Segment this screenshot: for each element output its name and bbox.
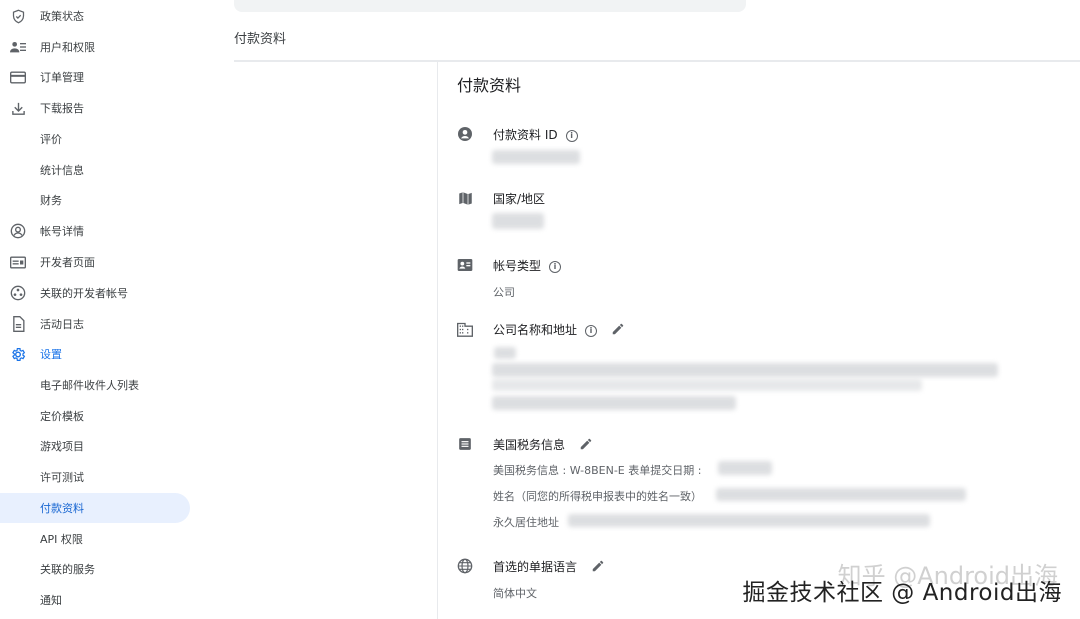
gear-icon — [10, 346, 26, 362]
sidebar-item-policy-status[interactable]: 政策状态 — [0, 1, 190, 31]
account-circle-icon — [10, 223, 26, 239]
field-label: 付款资料 ID — [493, 128, 558, 142]
download-icon — [10, 100, 26, 116]
sidebar-item-developer-page[interactable]: 开发者页面 — [0, 247, 190, 277]
redacted-value — [568, 514, 930, 527]
list-icon — [457, 436, 473, 452]
field-label: 国家/地区 — [493, 192, 546, 206]
sidebar-item-game-projects[interactable]: 游戏项目 — [0, 431, 190, 461]
sidebar-item-label: 财务 — [40, 194, 62, 207]
pencil-icon[interactable] — [611, 322, 625, 339]
users-icon — [10, 39, 26, 55]
sidebar-item-license-testing[interactable]: 许可测试 — [0, 462, 190, 492]
credit-card-icon — [10, 69, 26, 85]
redacted-value — [492, 213, 544, 229]
sidebar-item-label: 开发者页面 — [40, 256, 95, 269]
field-label: 帐号类型 — [493, 259, 542, 273]
content-divider — [437, 62, 438, 619]
breadcrumb: 付款资料 — [234, 32, 287, 47]
redacted-value — [492, 379, 922, 391]
building-icon — [457, 321, 473, 337]
sidebar-item-label: 统计信息 — [40, 164, 84, 177]
sidebar-item-api-access[interactable]: API 权限 — [0, 524, 190, 554]
account-circle-icon — [457, 126, 473, 142]
field-value: 公司 — [493, 286, 515, 299]
sidebar-item-statistics[interactable]: 统计信息 — [0, 155, 190, 185]
page-title: 付款资料 — [457, 76, 522, 95]
redacted-value — [492, 150, 580, 164]
sidebar-item-label: 电子邮件收件人列表 — [40, 379, 139, 392]
pencil-icon[interactable] — [591, 559, 605, 576]
sidebar-item-label: 设置 — [40, 348, 62, 361]
sidebar-item-download-reports[interactable]: 下载报告 — [0, 93, 190, 123]
redacted-value — [492, 396, 736, 410]
sidebar-item-finance[interactable]: 财务 — [0, 185, 190, 215]
redacted-value — [716, 488, 966, 501]
sidebar-item-label: 订单管理 — [40, 71, 84, 84]
web-page-icon — [10, 254, 26, 270]
watermark: 掘金技术社区 @ Android出海 — [742, 580, 1062, 606]
sidebar-item-settings[interactable]: 设置 — [0, 339, 190, 369]
tax-address-line: 永久居住地址 — [493, 516, 559, 529]
redacted-value — [492, 363, 998, 377]
sidebar-item-label: 帐号详情 — [40, 225, 84, 238]
field-label: 美国税务信息 — [493, 438, 566, 452]
sidebar-item-label: 关联的服务 — [40, 563, 95, 576]
header-divider — [234, 60, 1080, 62]
info-icon[interactable]: i — [585, 324, 598, 337]
sidebar-item-label: 通知 — [40, 594, 62, 607]
sidebar-item-label: 定价模板 — [40, 410, 84, 423]
shield-check-icon — [10, 8, 26, 24]
sidebar-item-account-details[interactable]: 帐号详情 — [0, 216, 190, 246]
sidebar-item-activity-log[interactable]: 活动日志 — [0, 309, 190, 339]
field-value: 简体中文 — [493, 587, 537, 600]
sidebar-item-linked-services[interactable]: 关联的服务 — [0, 554, 190, 584]
sidebar-item-label: 付款资料 — [40, 502, 84, 515]
sidebar-item-label: 活动日志 — [40, 318, 84, 331]
redacted-value — [718, 461, 772, 475]
sidebar-item-reviews[interactable]: 评价 — [0, 124, 190, 154]
sidebar-item-label: 游戏项目 — [40, 440, 84, 453]
linked-accounts-icon — [10, 285, 26, 301]
sidebar-item-linked-accounts[interactable]: 关联的开发者帐号 — [0, 278, 190, 308]
document-icon — [10, 316, 26, 332]
sidebar-item-label: 评价 — [40, 133, 62, 146]
sidebar-item-label: 许可测试 — [40, 471, 84, 484]
globe-icon — [457, 558, 473, 574]
sidebar-item-notifications[interactable]: 通知 — [0, 585, 190, 615]
contact-card-icon — [457, 257, 473, 273]
redacted-value — [494, 347, 516, 359]
info-icon[interactable]: i — [565, 129, 578, 142]
tax-name-line: 姓名（同您的所得税申报表中的姓名一致） — [493, 490, 702, 503]
sidebar-item-pricing-templates[interactable]: 定价模板 — [0, 401, 190, 431]
sidebar-item-label: API 权限 — [40, 533, 83, 546]
sidebar-item-label: 政策状态 — [40, 10, 84, 23]
info-icon[interactable]: i — [549, 260, 562, 273]
field-label: 公司名称和地址 — [493, 323, 578, 337]
sidebar-item-orders[interactable]: 订单管理 — [0, 62, 190, 92]
sidebar-item-payment-profile[interactable]: 付款资料 — [0, 493, 190, 523]
search-bar[interactable] — [234, 0, 746, 12]
sidebar-item-label: 用户和权限 — [40, 41, 95, 54]
tax-form-line: 美国税务信息 : W-8BEN-E 表单提交日期 : — [493, 464, 702, 477]
field-label: 首选的单据语言 — [493, 560, 578, 574]
map-icon — [457, 190, 473, 206]
sidebar-item-email-recipients[interactable]: 电子邮件收件人列表 — [0, 370, 190, 400]
sidebar-item-label: 下载报告 — [40, 102, 84, 115]
sidebar-item-users[interactable]: 用户和权限 — [0, 32, 190, 62]
sidebar-nav: 政策状态 用户和权限 订单管理 下载报告 评价 统计信息 财务 帐号详情 开发者… — [0, 0, 200, 619]
sidebar-item-label: 关联的开发者帐号 — [40, 287, 128, 300]
pencil-icon[interactable] — [579, 437, 593, 454]
